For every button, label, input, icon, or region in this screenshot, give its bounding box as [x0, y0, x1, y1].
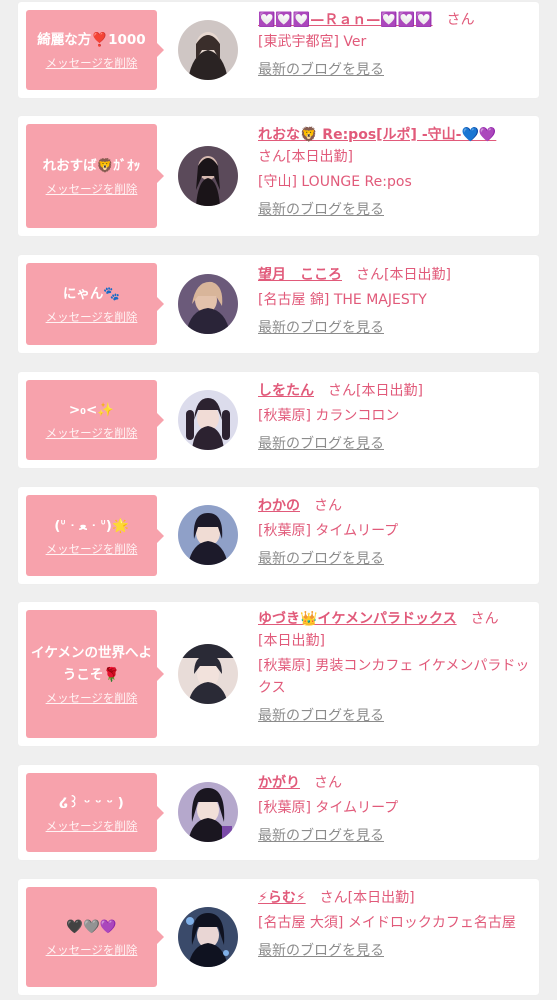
member-name-link[interactable]: しをたん: [258, 383, 314, 399]
message-bubble: イケメンの世界へようこそ🌹 メッセージを削除: [26, 610, 164, 738]
honorific: さん: [314, 775, 342, 791]
latest-blog-link[interactable]: 最新のブログを見る: [258, 199, 530, 221]
delete-message-link[interactable]: メッセージを削除: [46, 181, 138, 197]
message-text: >₀<✨: [68, 402, 115, 418]
message-list: 綺麗な方❣️1000 メッセージを削除 💟💟💟—Ｒａｎ—💟💟💟 さん [東武宇都…: [0, 0, 557, 1000]
message-bubble: 綺麗な方❣️1000 メッセージを削除: [26, 10, 164, 90]
status-badge: [本日出勤]: [286, 149, 353, 165]
list-item: >₀<✨ メッセージを削除 しをたん さん[本日出勤] [秋葉原] カランコロン…: [18, 372, 539, 468]
status-badge: [本日出勤]: [356, 383, 423, 399]
honorific: さん: [470, 611, 499, 627]
latest-blog-link[interactable]: 最新のブログを見る: [258, 940, 530, 962]
member-name-link[interactable]: わかの: [258, 498, 300, 514]
message-bubble: 🖤🩶💜 メッセージを削除: [26, 887, 164, 987]
honorific: さん: [328, 383, 356, 399]
member-name-link[interactable]: 💟💟💟—Ｒａｎ—💟💟💟: [258, 12, 433, 28]
honorific: さん: [446, 12, 475, 28]
list-item: にゃん🐾 メッセージを削除 望月 こころ さん[本日出勤] [名古屋 錦] TH…: [18, 255, 539, 353]
honorific: さん: [314, 498, 342, 514]
delete-message-link[interactable]: メッセージを削除: [46, 818, 138, 834]
avatar[interactable]: [178, 505, 238, 565]
item-info: 望月 こころ さん[本日出勤] [名古屋 錦] THE MAJESTY 最新のブ…: [258, 264, 530, 339]
item-info: かがり さん [秋葉原] タイムリープ 最新のブログを見る: [258, 772, 530, 847]
member-name-link[interactable]: かがり: [258, 775, 300, 791]
shop-label: [守山] LOUNGE Re:pos: [258, 174, 412, 190]
message-bubble: にゃん🐾 メッセージを削除: [26, 263, 164, 345]
shop-label: [東武宇都宮] Ver: [258, 34, 367, 50]
message-bubble: (ᐡ ᐧ ﻌ ᐧ ᐡ)🌟 メッセージを削除: [26, 495, 164, 576]
shop-label: [秋葉原] タイムリープ: [258, 800, 399, 816]
list-item: (ᐡ ᐧ ﻌ ᐧ ᐡ)🌟 メッセージを削除 わかの さん [秋葉原] タイムリー…: [18, 487, 539, 584]
message-text: れおすば🦁ｶﾞｵｯ: [42, 158, 141, 174]
latest-blog-link[interactable]: 最新のブログを見る: [258, 705, 530, 727]
avatar[interactable]: [178, 390, 238, 450]
message-bubble: ໒꒱ ᵕ ᵕ ᵕ ) メッセージを削除: [26, 773, 164, 852]
member-name-link[interactable]: ⚡らむ⚡: [258, 890, 306, 906]
delete-message-link[interactable]: メッセージを削除: [46, 690, 138, 706]
item-info: ⚡らむ⚡ さん[本日出勤] [名古屋 大須] メイドロックカフェ名古屋 最新のブ…: [258, 887, 530, 962]
shop-label: [秋葉原] タイムリープ: [258, 523, 399, 539]
list-item: 🖤🩶💜 メッセージを削除 ⚡らむ⚡ さん[本日出勤] [名古屋 大須] メイドロ…: [18, 879, 539, 995]
avatar[interactable]: [178, 20, 238, 80]
honorific: さん: [356, 267, 384, 283]
list-item: ໒꒱ ᵕ ᵕ ᵕ ) メッセージを削除 かがり さん [秋葉原] タイムリープ …: [18, 765, 539, 860]
latest-blog-link[interactable]: 最新のブログを見る: [258, 825, 530, 847]
list-item: 綺麗な方❣️1000 メッセージを削除 💟💟💟—Ｒａｎ—💟💟💟 さん [東武宇都…: [18, 2, 539, 98]
delete-message-link[interactable]: メッセージを削除: [46, 425, 138, 441]
member-name-link[interactable]: れおな🦁 Re:pos[ルポ] -守山-💙💜: [258, 127, 496, 143]
avatar[interactable]: [178, 644, 238, 704]
item-info: 💟💟💟—Ｒａｎ—💟💟💟 さん [東武宇都宮] Ver 最新のブログを見る: [258, 9, 530, 81]
message-bubble: れおすば🦁ｶﾞｵｯ メッセージを削除: [26, 124, 164, 228]
shop-label: [秋葉原] 男装コンカフェ イケメンパラドックス: [258, 658, 530, 696]
avatar[interactable]: [178, 782, 238, 842]
item-info: れおな🦁 Re:pos[ルポ] -守山-💙💜 さん[本日出勤] [守山] LOU…: [258, 124, 530, 221]
item-info: ゆづき👑イケメンパラドックス さん [本日出勤] [秋葉原] 男装コンカフェ イ…: [258, 608, 530, 727]
item-info: わかの さん [秋葉原] タイムリープ 最新のブログを見る: [258, 495, 530, 570]
status-badge: [本日出勤]: [347, 890, 415, 906]
honorific: さん: [258, 149, 286, 165]
message-text: ໒꒱ ᵕ ᵕ ᵕ ): [59, 794, 124, 811]
list-item: イケメンの世界へようこそ🌹 メッセージを削除 ゆづき👑イケメンパラドックス さん…: [18, 602, 539, 746]
shop-label: [名古屋 大須] メイドロックカフェ名古屋: [258, 915, 516, 931]
shop-label: [名古屋 錦] THE MAJESTY: [258, 292, 427, 308]
shop-label: [秋葉原] カランコロン: [258, 408, 400, 424]
member-name-link[interactable]: ゆづき👑イケメンパラドックス: [258, 611, 457, 627]
latest-blog-link[interactable]: 最新のブログを見る: [258, 433, 530, 455]
status-badge: [本日出勤]: [258, 633, 325, 649]
list-item: れおすば🦁ｶﾞｵｯ メッセージを削除 れおな🦁 Re:pos[ルポ] -守山-💙…: [18, 116, 539, 236]
delete-message-link[interactable]: メッセージを削除: [46, 541, 138, 557]
status-badge: [本日出勤]: [384, 267, 451, 283]
message-text: イケメンの世界へようこそ🌹: [30, 645, 153, 683]
item-info: しをたん さん[本日出勤] [秋葉原] カランコロン 最新のブログを見る: [258, 380, 530, 455]
honorific: さん: [319, 890, 348, 906]
latest-blog-link[interactable]: 最新のブログを見る: [258, 317, 530, 339]
message-text: 綺麗な方❣️1000: [37, 32, 146, 48]
message-text: 🖤🩶💜: [66, 919, 117, 935]
message-bubble: >₀<✨ メッセージを削除: [26, 380, 164, 460]
message-text: にゃん🐾: [62, 286, 121, 302]
avatar[interactable]: [178, 146, 238, 206]
message-text: (ᐡ ᐧ ﻌ ᐧ ᐡ)🌟: [54, 517, 129, 534]
delete-message-link[interactable]: メッセージを削除: [46, 55, 138, 71]
avatar[interactable]: [178, 274, 238, 334]
latest-blog-link[interactable]: 最新のブログを見る: [258, 59, 530, 81]
delete-message-link[interactable]: メッセージを削除: [46, 309, 138, 325]
avatar[interactable]: [178, 907, 238, 967]
latest-blog-link[interactable]: 最新のブログを見る: [258, 548, 530, 570]
member-name-link[interactable]: 望月 こころ: [258, 267, 342, 283]
delete-message-link[interactable]: メッセージを削除: [46, 942, 138, 958]
